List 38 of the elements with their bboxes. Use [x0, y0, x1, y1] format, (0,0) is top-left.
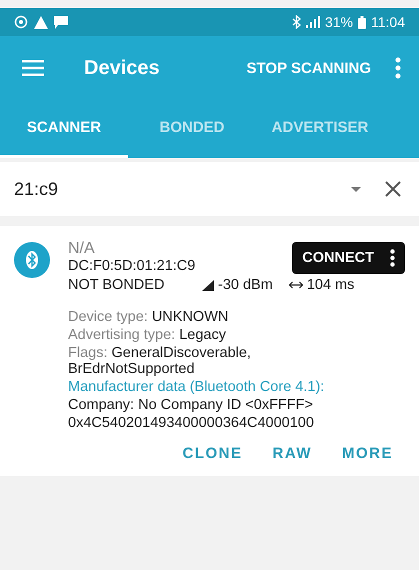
- sync-icon: [14, 15, 28, 29]
- rssi-value: -30 dBm: [218, 277, 273, 293]
- dropdown-icon: [351, 186, 361, 192]
- action-button[interactable]: MORE: [330, 439, 405, 468]
- manufacturer-data: Company: No Company ID <0xFFFF>: [68, 397, 314, 413]
- clear-button[interactable]: [373, 162, 419, 216]
- more-icon: [395, 57, 401, 79]
- tab[interactable]: SCANNER: [0, 100, 128, 158]
- message-icon: [54, 16, 68, 28]
- battery-percent: 31%: [324, 14, 353, 30]
- interval-value: 104 ms: [306, 277, 354, 293]
- manufacturer-heading: Manufacturer data (Bluetooth Core 4.1):: [68, 379, 326, 395]
- manufacturer-data: 0x4C540201493400000364C4000100: [68, 415, 315, 431]
- bond-state: NOT BONDED: [68, 277, 166, 293]
- battery-icon: [358, 16, 366, 28]
- more-icon: [390, 249, 395, 267]
- stop-scanning-button[interactable]: STOP SCANNING: [238, 54, 379, 82]
- tab[interactable]: ADVERTISER: [256, 100, 384, 158]
- device-name: N/A: [68, 240, 95, 258]
- action-button[interactable]: CLONE: [170, 439, 254, 468]
- close-icon: [385, 181, 401, 197]
- action-button[interactable]: RAW: [260, 439, 324, 468]
- filter-field[interactable]: 21:c9: [0, 162, 339, 216]
- detail-line: Advertising type: Legacy: [68, 327, 227, 343]
- screen-title: Devices: [84, 56, 161, 80]
- clock: 11:04: [371, 14, 405, 30]
- signal-icon: [306, 16, 320, 28]
- device-address: DC:F0:5D:01:21:C9: [68, 258, 196, 274]
- bluetooth-icon: [292, 15, 301, 29]
- signal-icon: [202, 280, 214, 290]
- bluetooth-icon: [14, 242, 50, 278]
- tab[interactable]: BONDED: [128, 100, 256, 158]
- detail-line: Device type: UNKNOWN: [68, 309, 230, 325]
- menu-icon: [22, 60, 44, 76]
- double-arrow-icon: [288, 281, 303, 289]
- detail-line: Flags: GeneralDiscoverable, BrEdrNotSupported: [68, 345, 252, 377]
- connect-button[interactable]: CONNECT: [292, 242, 405, 274]
- warning-icon: [34, 16, 48, 28]
